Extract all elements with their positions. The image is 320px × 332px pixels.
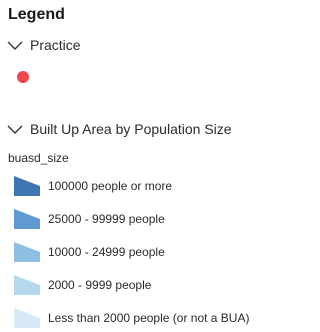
polygon-swatch-icon: [14, 209, 40, 229]
layer-header-practice[interactable]: Practice: [6, 37, 81, 53]
legend-class-row: 2000 - 9999 people: [12, 273, 151, 297]
legend-class-label: 2000 - 9999 people: [48, 278, 152, 292]
legend-class-label: Less than 2000 people (or not a BUA): [48, 311, 250, 325]
polygon-swatch-icon: [14, 275, 40, 295]
legend-class-row: 100000 people or more: [12, 174, 172, 198]
legend-class-row: 10000 - 24999 people: [12, 240, 165, 264]
chevron-down-icon[interactable]: [6, 38, 24, 52]
legend-class-label: 10000 - 24999 people: [48, 245, 165, 259]
legend-title: Legend: [8, 6, 65, 23]
layer-label-built-up-area: Built Up Area by Population Size: [30, 121, 232, 137]
legend-class-row: Less than 2000 people (or not a BUA): [12, 306, 249, 330]
polygon-swatch-icon: [14, 242, 40, 262]
field-label: buasd_size: [8, 151, 69, 165]
legend-class-label: 100000 people or more: [48, 179, 173, 193]
polygon-swatch-icon: [14, 176, 40, 196]
practice-point-symbol: [17, 71, 29, 83]
layer-header-built-up-area[interactable]: Built Up Area by Population Size: [6, 121, 232, 137]
chevron-down-icon[interactable]: [6, 122, 24, 136]
polygon-swatch-icon: [14, 308, 40, 328]
layer-label-practice: Practice: [30, 37, 81, 53]
legend-class-row: 25000 - 99999 people: [12, 207, 165, 231]
legend-class-label: 25000 - 99999 people: [48, 212, 165, 226]
